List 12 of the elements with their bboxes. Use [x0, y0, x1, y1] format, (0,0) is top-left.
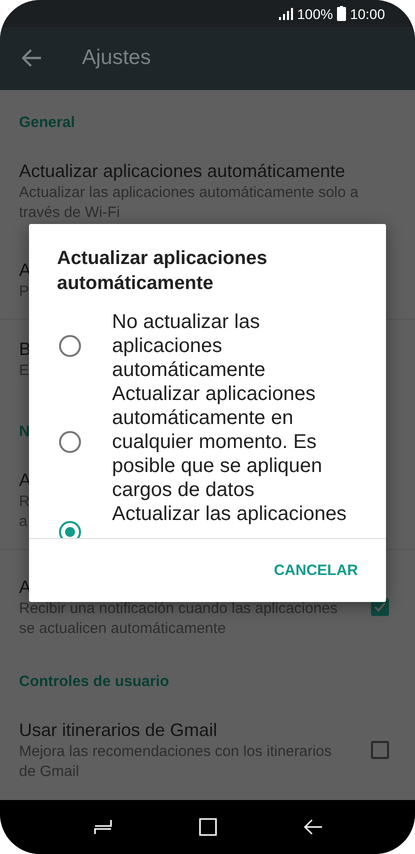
- section-header: Controles de usuario: [19, 672, 170, 691]
- section-header: General: [19, 114, 75, 132]
- setting-title: Actualizar aplicaciones automáticamente: [19, 160, 346, 183]
- option-label: Actualizar las aplicaciones: [112, 502, 348, 526]
- screen-title: Ajustes: [82, 46, 151, 70]
- dialog-title: Actualizar aplicaciones automáticamente: [57, 247, 268, 296]
- option-label: No actualizar las aplicaciones automáticamente: [112, 310, 266, 382]
- setting-title: Usar itinerarios de Gmail: [19, 718, 218, 742]
- clock-time: 10:00: [350, 6, 385, 22]
- battery-percentage: 100%: [297, 6, 333, 22]
- option-label: Actualizar aplicaciones automáticamente en cualquier momento. Es posible que se apliquen cargos de datos: [112, 382, 324, 502]
- section-header: N: [19, 422, 30, 441]
